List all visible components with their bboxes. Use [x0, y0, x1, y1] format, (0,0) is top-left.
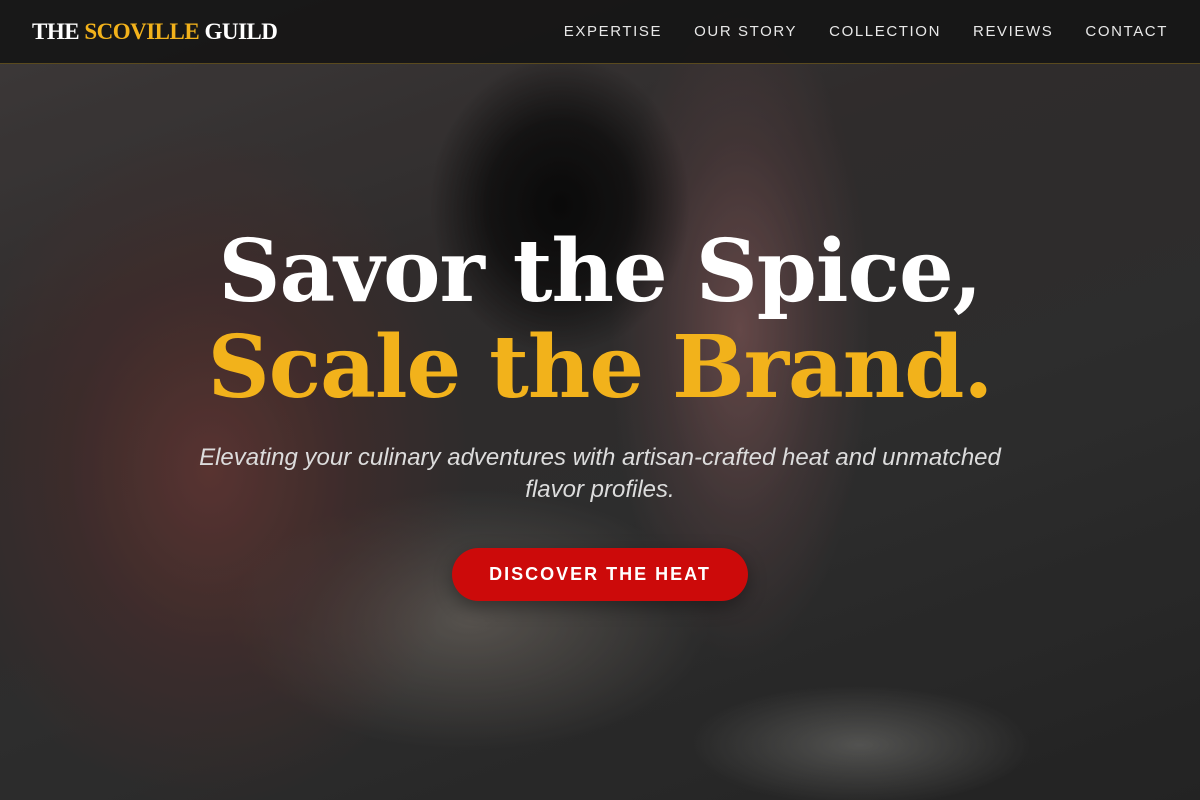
nav-link-reviews[interactable]: REVIEWS — [973, 23, 1053, 40]
nav-link-contact[interactable]: CONTACT — [1085, 23, 1168, 40]
nav-links: EXPERTISE OUR STORY COLLECTION REVIEWS C… — [564, 23, 1168, 40]
discover-the-heat-button[interactable]: DISCOVER THE HEAT — [452, 548, 748, 601]
hero-section: Savor the Spice, Scale the Brand. Elevat… — [0, 224, 1200, 601]
hero-headline: Savor the Spice, Scale the Brand. — [0, 224, 1200, 416]
site-logo[interactable]: THE SCOVILLE GUILD — [32, 18, 278, 45]
headline-line-1: Savor the Spice, — [218, 221, 982, 322]
hero-subtitle: Elevating your culinary adventures with … — [199, 444, 1001, 503]
logo-prefix: THE — [32, 18, 85, 44]
top-navigation: THE SCOVILLE GUILD EXPERTISE OUR STORY C… — [0, 0, 1200, 64]
nav-link-expertise[interactable]: EXPERTISE — [564, 23, 662, 40]
logo-suffix: GUILD — [199, 18, 278, 44]
headline-line-2: Scale the Brand. — [207, 317, 994, 418]
nav-link-our-story[interactable]: OUR STORY — [694, 23, 797, 40]
nav-link-collection[interactable]: COLLECTION — [829, 23, 941, 40]
logo-accent: SCOVILLE — [84, 18, 200, 44]
